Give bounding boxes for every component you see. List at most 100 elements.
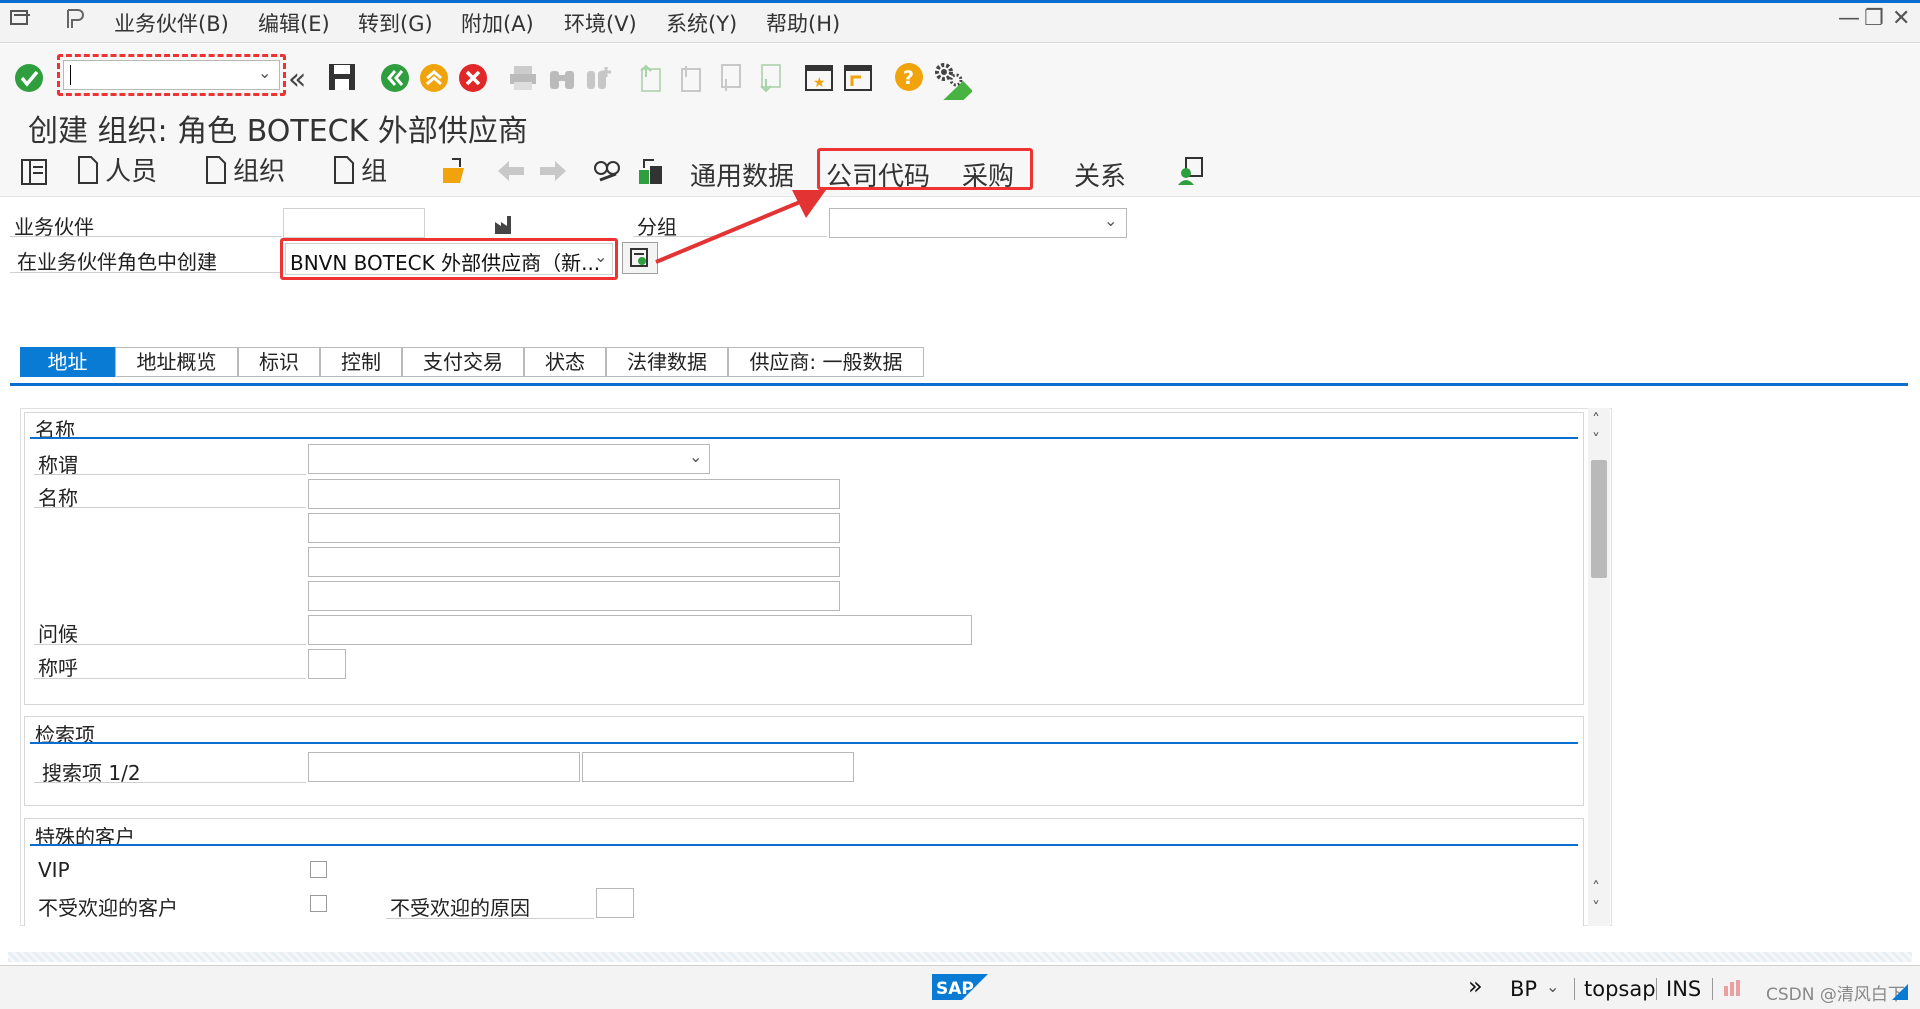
greeting-input[interactable]: [308, 615, 972, 645]
scroll-bottom-icon[interactable]: ˅: [1592, 898, 1600, 917]
watermark: CSDN @清风白下: [1766, 985, 1905, 1005]
tab-control[interactable]: 控制: [320, 347, 402, 377]
grouping-select[interactable]: ⌄: [829, 208, 1127, 238]
resize-grip-icon: [1892, 984, 1908, 1000]
new-group-button[interactable]: 组: [332, 155, 387, 187]
new-group-label: 组: [361, 157, 388, 187]
name-input-2[interactable]: [308, 513, 840, 543]
chevron-down-icon[interactable]: ⌄: [689, 447, 702, 466]
sap-logo-text: SAP: [936, 979, 974, 999]
status-divider: [1712, 978, 1713, 1000]
menu-extras[interactable]: 附加(A): [461, 8, 534, 38]
first-page-icon: [636, 63, 664, 93]
salutation-select[interactable]: ⌄: [308, 444, 710, 474]
tab-underline: [10, 383, 1908, 386]
search-term-1-input[interactable]: [308, 752, 580, 782]
chevron-down-icon[interactable]: ⌄: [258, 63, 271, 82]
form-of-address-input[interactable]: [308, 649, 346, 679]
name-label-line: [34, 507, 306, 508]
find-icon: [547, 63, 577, 93]
scroll-thumb[interactable]: [1591, 460, 1607, 578]
chevron-down-icon[interactable]: ⌄: [1546, 977, 1559, 996]
arrow-right-icon: [538, 158, 568, 184]
tab-status[interactable]: 状态: [524, 347, 606, 377]
command-field[interactable]: ⌄: [63, 60, 280, 90]
name-input-4[interactable]: [308, 581, 840, 611]
tab-payment-transactions[interactable]: 支付交易: [402, 347, 524, 377]
exit-icon[interactable]: [419, 63, 449, 93]
menu-business-partner[interactable]: 业务伙伴(B): [114, 8, 229, 38]
tab-identification[interactable]: 标识: [238, 347, 320, 377]
scroll-up-icon[interactable]: ˅: [1592, 430, 1600, 449]
system-menu-icon[interactable]: [10, 9, 32, 27]
menu-environment[interactable]: 环境(V): [564, 8, 637, 38]
factory-icon: [493, 212, 517, 236]
minimize-icon[interactable]: —: [1838, 6, 1860, 31]
partner-icon[interactable]: [1176, 156, 1206, 186]
unwanted-reason-input[interactable]: [596, 888, 634, 918]
special-customer-section-rule: [30, 844, 1578, 846]
business-partner-input[interactable]: [283, 208, 425, 238]
display-change-icon[interactable]: [592, 156, 622, 186]
worklist-icon[interactable]: [20, 158, 48, 186]
salutation-label-line: [34, 474, 306, 475]
purchasing-button[interactable]: 采购: [962, 156, 1014, 193]
menu-edit[interactable]: 编辑(E): [258, 8, 330, 38]
enter-icon[interactable]: [14, 63, 44, 93]
top-accent-line: [0, 0, 1920, 3]
status-transaction: BP: [1510, 977, 1538, 1001]
arrow-left-icon: [496, 158, 526, 184]
tab-address-overview[interactable]: 地址概览: [115, 347, 238, 377]
shortcut-icon[interactable]: [843, 62, 873, 92]
scroll-down-icon[interactable]: ˄: [1592, 878, 1600, 897]
search-term-label-line: [34, 782, 306, 783]
menu-goto[interactable]: 转到(G): [358, 8, 433, 38]
tab-legal-data[interactable]: 法律数据: [606, 347, 728, 377]
company-code-button[interactable]: 公司代码: [826, 156, 930, 193]
sap-gui-icon[interactable]: [64, 8, 88, 30]
status-expand-icon[interactable]: »: [1468, 972, 1483, 1000]
status-system: topsap: [1584, 977, 1656, 1001]
vip-label: VIP: [38, 858, 70, 882]
cancel-icon[interactable]: [458, 63, 488, 93]
create-session-icon[interactable]: ★: [804, 62, 834, 92]
close-window-icon[interactable]: ✕: [1892, 6, 1910, 31]
document-icon: [334, 156, 354, 184]
bp-role-select[interactable]: BNVN BOTECK 外部供应商（新... ⌄: [285, 243, 613, 275]
relationships-button[interactable]: 关系: [1074, 156, 1126, 193]
name-input-3[interactable]: [308, 547, 840, 577]
document-icon: [206, 156, 226, 184]
back-icon[interactable]: [380, 63, 410, 93]
status-mode: INS: [1666, 977, 1702, 1001]
unwanted-customer-checkbox[interactable]: [310, 895, 327, 912]
page-title: 创建 组织: 角色 BOTECK 外部供应商: [28, 114, 528, 149]
menu-help[interactable]: 帮助(H): [766, 8, 840, 38]
tab-vendor-general-data[interactable]: 供应商: 一般数据: [728, 347, 924, 377]
name-input-1[interactable]: [308, 479, 840, 509]
greeting-label: 问候: [38, 622, 78, 646]
chevron-down-icon[interactable]: ⌄: [594, 247, 607, 266]
double-chevron-left-icon[interactable]: «: [288, 62, 306, 97]
print-icon: [508, 64, 538, 92]
role-detail-icon: [630, 248, 648, 267]
search-terms-section-rule: [30, 742, 1578, 744]
unwanted-customer-label: 不受欢迎的客户: [38, 896, 178, 920]
open-folder-icon[interactable]: [440, 156, 470, 186]
vip-checkbox[interactable]: [310, 861, 327, 878]
unwanted-reason-label-line: [386, 918, 594, 919]
save-icon[interactable]: [328, 62, 356, 92]
new-organization-button[interactable]: 组织: [204, 155, 285, 187]
search-term-2-input[interactable]: [582, 752, 854, 782]
greeting-label-line: [34, 644, 306, 645]
new-person-button[interactable]: 人员: [76, 155, 157, 187]
business-partner-label-line: [10, 236, 282, 237]
scroll-top-icon[interactable]: ˄: [1592, 410, 1600, 429]
tab-address[interactable]: 地址: [20, 347, 115, 377]
menu-system[interactable]: 系统(Y): [666, 8, 737, 38]
status-divider: [1656, 978, 1657, 1000]
name-section-rule: [30, 437, 1578, 439]
chevron-down-icon[interactable]: ⌄: [1104, 211, 1117, 230]
svg-text:★: ★: [813, 75, 826, 91]
new-organization-label: 组织: [233, 157, 286, 187]
restore-icon[interactable]: ❐: [1864, 6, 1884, 31]
